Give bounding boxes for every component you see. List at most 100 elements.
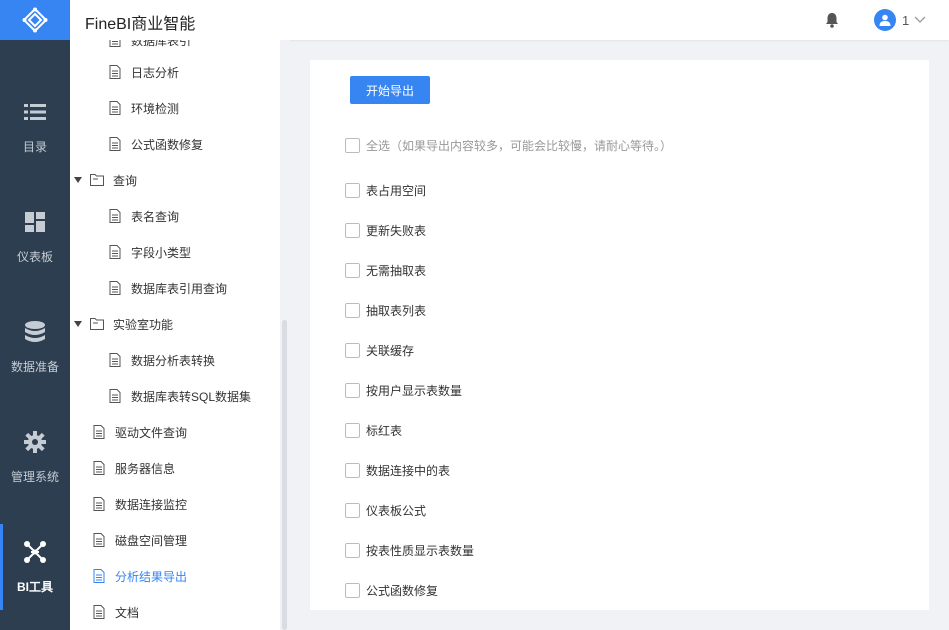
tree-item-connection-monitor[interactable]: 数据连接监控 [70, 486, 280, 522]
gear-icon [23, 430, 47, 454]
document-icon [92, 496, 106, 512]
folder-icon [90, 316, 104, 332]
document-icon [92, 460, 106, 476]
tree-scrollbar[interactable] [282, 320, 287, 630]
tree-item-log-analysis[interactable]: 日志分析 [70, 54, 280, 90]
option-checkbox[interactable]: 表占用空间 [345, 180, 426, 200]
document-icon [108, 100, 122, 116]
checkbox-box[interactable] [345, 137, 360, 153]
document-icon [108, 136, 122, 152]
tree-item-db-to-sql-dataset[interactable]: 数据库表转SQL数据集 [70, 378, 280, 414]
checkbox-box[interactable] [345, 582, 360, 598]
user-name: 1 [902, 12, 910, 28]
nav-data-prep-label: 数据准备 [10, 359, 59, 374]
option-checkbox[interactable]: 无需抽取表 [345, 260, 426, 280]
option-checkbox[interactable]: 仪表板公式 [345, 500, 426, 520]
option-label: 无需抽取表 [366, 263, 427, 278]
bell-icon[interactable] [825, 12, 839, 28]
document-icon [92, 604, 106, 620]
top-header: FineBI商业智能 1 [70, 0, 949, 40]
app-title: FineBI商业智能 [85, 16, 196, 33]
option-label: 抽取表列表 [366, 303, 427, 318]
document-icon [108, 388, 122, 404]
document-icon [108, 40, 122, 48]
checkbox-box[interactable] [345, 382, 360, 398]
caret-down-icon[interactable] [74, 177, 84, 183]
checkbox-box[interactable] [345, 262, 360, 278]
dashboard-icon [23, 210, 47, 234]
nav-bi-tools-label: BI工具 [16, 579, 53, 594]
nav-catalog[interactable]: 目录 [0, 72, 70, 182]
checkbox-box[interactable] [345, 462, 360, 478]
nav-dashboard[interactable]: 仪表板 [0, 182, 70, 292]
option-label: 关联缓存 [366, 343, 415, 358]
nav-data-prep[interactable]: 数据准备 [0, 292, 70, 402]
checkbox-box[interactable] [345, 182, 360, 198]
finebi-logo-icon [22, 7, 48, 33]
nav-dashboard-label: 仪表板 [16, 249, 53, 264]
option-label: 更新失败表 [366, 223, 427, 238]
checkbox-box[interactable] [345, 422, 360, 438]
select-all-checkbox[interactable]: 全选（如果导出内容较多，可能会比较慢，请耐心等待。） [345, 135, 672, 155]
select-all-label: 全选（如果导出内容较多，可能会比较慢，请耐心等待。） [366, 138, 673, 153]
checkbox-box[interactable] [345, 542, 360, 558]
avatar-icon [874, 9, 896, 31]
start-export-button[interactable]: 开始导出 [350, 76, 430, 104]
document-icon [92, 532, 106, 548]
document-icon [108, 208, 122, 224]
chevron-down-icon [914, 13, 926, 27]
export-panel: 开始导出 全选（如果导出内容较多，可能会比较慢，请耐心等待。） 表占用空间 更新… [310, 60, 929, 610]
tree-item-table-name-query[interactable]: 表名查询 [70, 198, 280, 234]
folder-icon [90, 172, 104, 188]
option-label: 按用户显示表数量 [366, 383, 463, 398]
nav-catalog-label: 目录 [22, 139, 47, 154]
option-label: 表占用空间 [366, 183, 427, 198]
document-icon [92, 424, 106, 440]
option-label: 数据连接中的表 [366, 463, 451, 478]
option-label: 标红表 [366, 423, 403, 438]
tree-folder-query[interactable]: 查询 [70, 162, 280, 198]
tree-item-formula-repair[interactable]: 公式函数修复 [70, 126, 280, 162]
database-icon [23, 320, 47, 344]
document-icon [92, 568, 106, 584]
option-checkbox[interactable]: 关联缓存 [345, 340, 414, 360]
list-icon [23, 100, 47, 124]
checkbox-box[interactable] [345, 342, 360, 358]
document-icon [108, 64, 122, 80]
tree-item-disk-space[interactable]: 磁盘空间管理 [70, 522, 280, 558]
left-navigation: 目录 仪表板 数据准备 管理系统 BI工具 [0, 0, 70, 630]
user-menu[interactable]: 1 [874, 9, 926, 31]
checkbox-box[interactable] [345, 222, 360, 238]
tool-tree: 数据库表引 日志分析 环境检测 公式函数修复 查询 表名查询 字段小类型 数据库… [70, 40, 290, 630]
checkbox-box[interactable] [345, 302, 360, 318]
caret-down-icon[interactable] [74, 321, 84, 327]
tree-folder-lab[interactable]: 实验室功能 [70, 306, 280, 342]
tree-item-docs[interactable]: 文档 [70, 594, 280, 630]
nav-management-label: 管理系统 [10, 469, 59, 484]
option-checkbox[interactable]: 抽取表列表 [345, 300, 426, 320]
tree-item-analysis-export[interactable]: 分析结果导出 [70, 558, 280, 594]
option-checkbox[interactable]: 按用户显示表数量 [345, 380, 462, 400]
tree-item-server-info[interactable]: 服务器信息 [70, 450, 280, 486]
network-icon [23, 540, 47, 564]
nav-management[interactable]: 管理系统 [0, 402, 70, 512]
option-checkbox[interactable]: 更新失败表 [345, 220, 426, 240]
nav-bi-tools[interactable]: BI工具 [0, 512, 70, 622]
option-label: 仪表板公式 [366, 503, 427, 518]
tree-item-field-subtype[interactable]: 字段小类型 [70, 234, 280, 270]
tree-item-analysis-table-convert[interactable]: 数据分析表转换 [70, 342, 280, 378]
finebi-logo[interactable] [0, 0, 70, 40]
document-icon [108, 244, 122, 260]
document-icon [108, 280, 122, 296]
option-checkbox[interactable]: 按表性质显示表数量 [345, 540, 474, 560]
checkbox-box[interactable] [345, 502, 360, 518]
document-icon [108, 352, 122, 368]
tree-item-env-check[interactable]: 环境检测 [70, 90, 280, 126]
option-label: 公式函数修复 [366, 583, 439, 598]
tree-item-db-table-reference[interactable]: 数据库表引用查询 [70, 270, 280, 306]
option-checkbox[interactable]: 数据连接中的表 [345, 460, 450, 480]
option-label: 按表性质显示表数量 [366, 543, 475, 558]
tree-item-driver-query[interactable]: 驱动文件查询 [70, 414, 280, 450]
option-checkbox[interactable]: 公式函数修复 [345, 580, 438, 600]
option-checkbox[interactable]: 标红表 [345, 420, 402, 440]
